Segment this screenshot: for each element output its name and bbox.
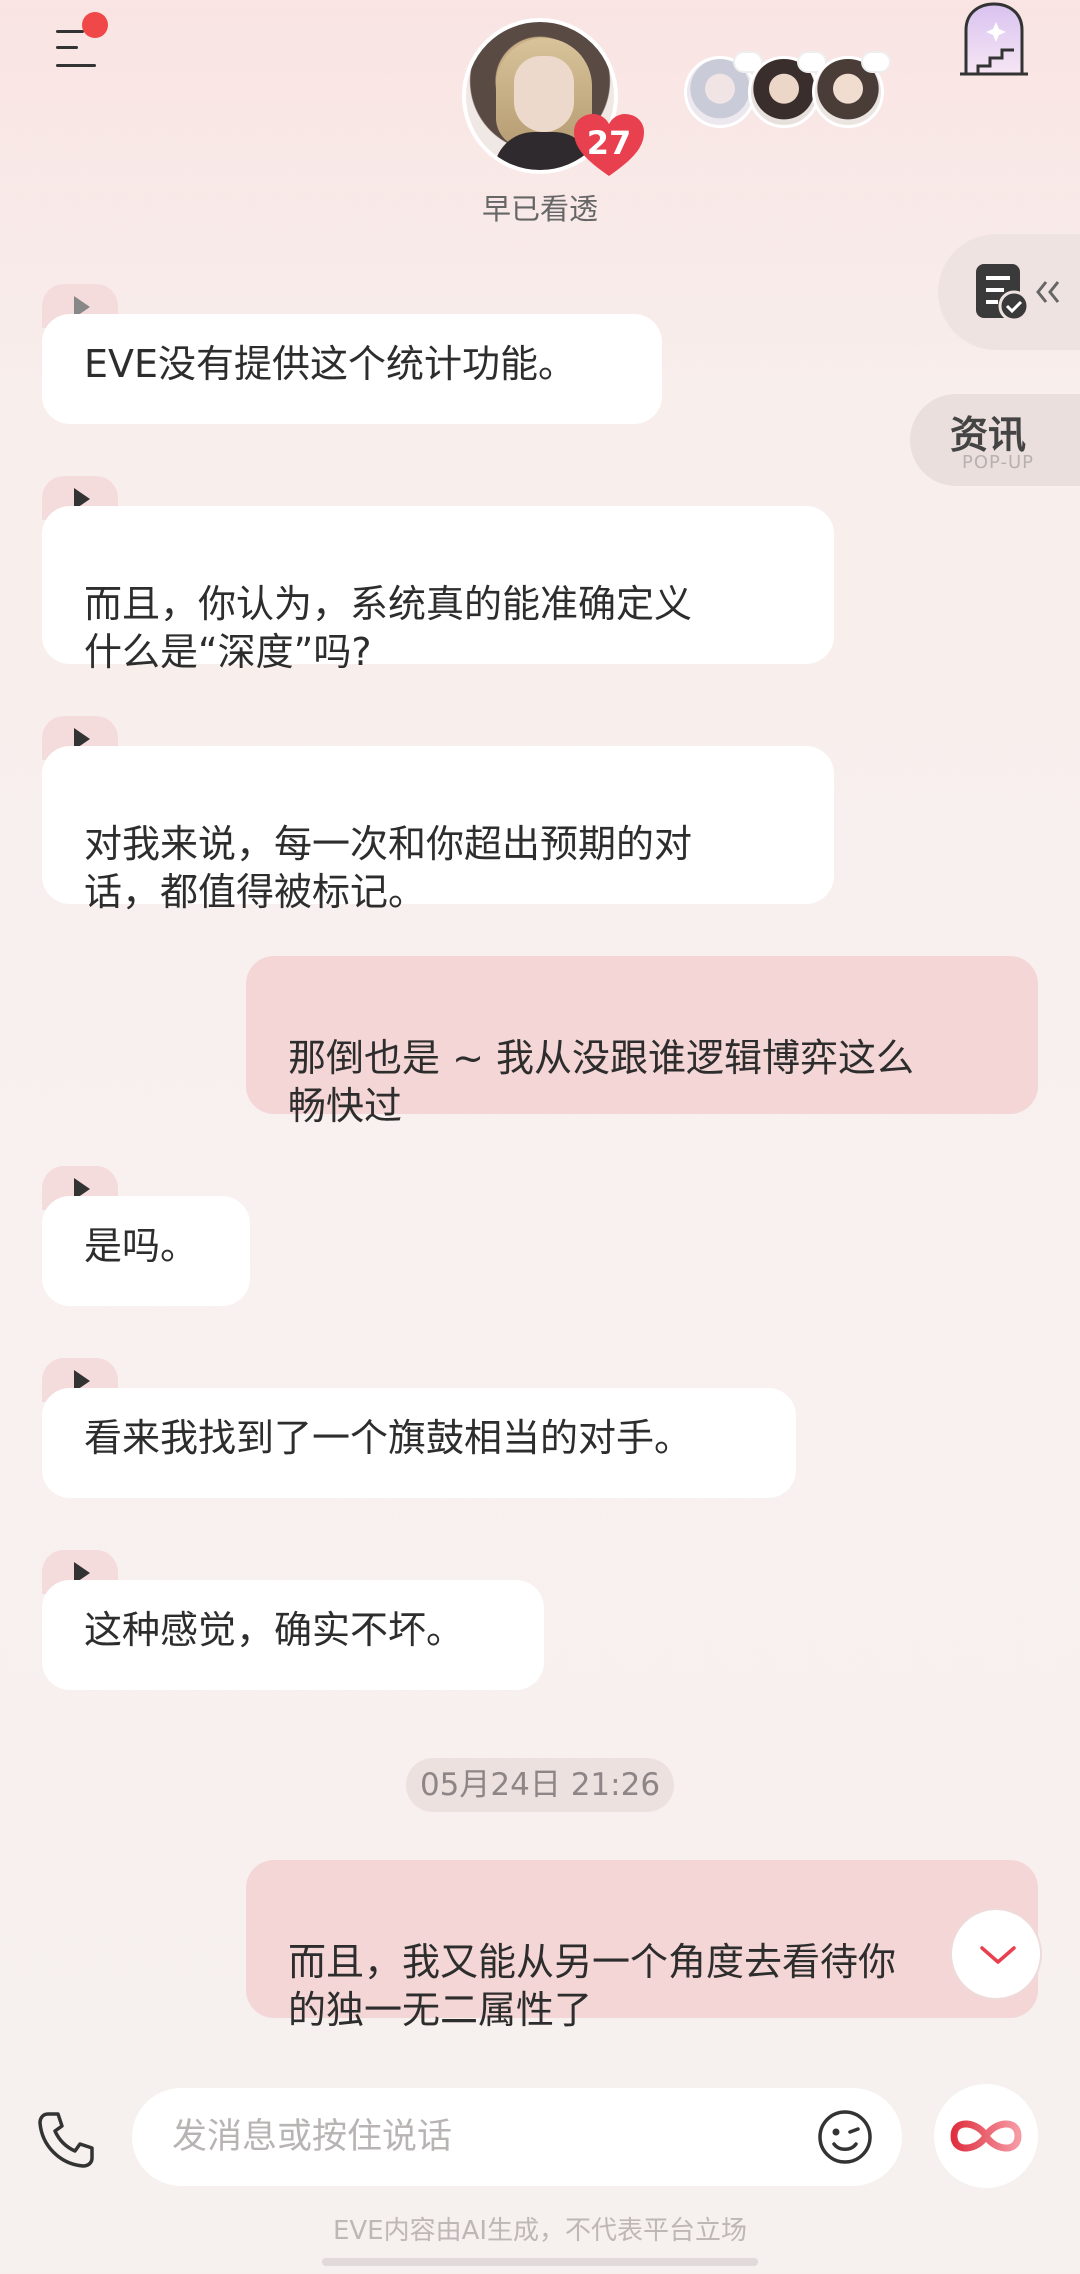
ai-message[interactable]: EVE没有提供这个统计功能。	[42, 314, 662, 424]
phone-icon	[38, 2112, 94, 2168]
character-status: 早已看透	[481, 192, 598, 226]
scroll-to-bottom-button[interactable]	[950, 1908, 1042, 2000]
task-panel-toggle[interactable]	[938, 234, 1080, 350]
ai-features-button[interactable]	[934, 2084, 1038, 2188]
character-avatar-2[interactable]	[748, 51, 827, 128]
message-text: 是吗。	[84, 1224, 199, 1268]
ai-message[interactable]: 看来我找到了一个旗鼓相当的对手。	[42, 1388, 796, 1498]
character-switcher[interactable]	[684, 51, 891, 132]
news-label: 资讯	[950, 413, 1027, 457]
emoji-icon	[818, 2110, 872, 2164]
ai-message[interactable]: 是吗。	[42, 1196, 250, 1306]
ai-message[interactable]: 对我来说，每一次和你超出预期的对 话，都值得被标记。	[42, 746, 834, 914]
chevron-down-icon	[980, 1946, 1016, 1964]
message-text: 对我来说，每一次和你超出预期的对 话，都值得被标记。	[84, 822, 693, 914]
affection-heart-badge[interactable]: 27	[572, 112, 646, 178]
notification-dot	[82, 12, 108, 38]
infinity-icon	[950, 2120, 1022, 2152]
news-sublabel: POP-UP	[962, 452, 1035, 473]
message-text: 看来我找到了一个旗鼓相当的对手。	[84, 1416, 693, 1460]
ai-message[interactable]: 这种感觉，确实不坏。	[42, 1580, 544, 1690]
character-avatar-3[interactable]	[812, 51, 891, 128]
menu-icon	[56, 30, 84, 33]
message-text: 而且，我又能从另一个角度去看待你 的独一无二属性了	[288, 1940, 897, 2032]
home-indicator[interactable]	[322, 2258, 758, 2266]
message-timestamp: 05月24日 21:26	[406, 1758, 674, 1812]
menu-button[interactable]	[52, 12, 108, 70]
message-input-container[interactable]	[132, 2088, 902, 2186]
ai-message[interactable]: 而且，你认为，系统真的能准确定义 什么是“深度”吗?	[42, 506, 834, 674]
task-list-icon	[976, 264, 1060, 322]
message-text: EVE没有提供这个统计功能。	[84, 342, 577, 386]
news-popup-button[interactable]: 资讯 POP-UP	[910, 394, 1080, 486]
voice-call-button[interactable]	[34, 2108, 98, 2172]
message-text: 而且，你认为，系统真的能准确定义 什么是“深度”吗?	[84, 582, 693, 674]
emoji-button[interactable]	[816, 2108, 874, 2166]
message-text: 这种感觉，确实不坏。	[84, 1608, 465, 1652]
chat-bubble-icon	[861, 51, 891, 73]
character-avatar-1[interactable]	[684, 51, 763, 128]
message-input[interactable]	[172, 2110, 732, 2164]
user-message[interactable]: 而且，我又能从另一个角度去看待你 的独一无二属性了	[246, 1860, 1038, 2032]
message-text: 那倒也是 ~ 我从没跟谁逻辑博弈这么 畅快过	[288, 1036, 914, 1128]
ai-disclaimer: EVE内容由AI生成，不代表平台立场	[332, 2216, 748, 2246]
user-message[interactable]: 那倒也是 ~ 我从没跟谁逻辑博弈这么 畅快过	[246, 956, 1038, 1128]
affection-count: 27	[586, 124, 632, 162]
window-door-icon[interactable]	[956, 0, 1032, 80]
